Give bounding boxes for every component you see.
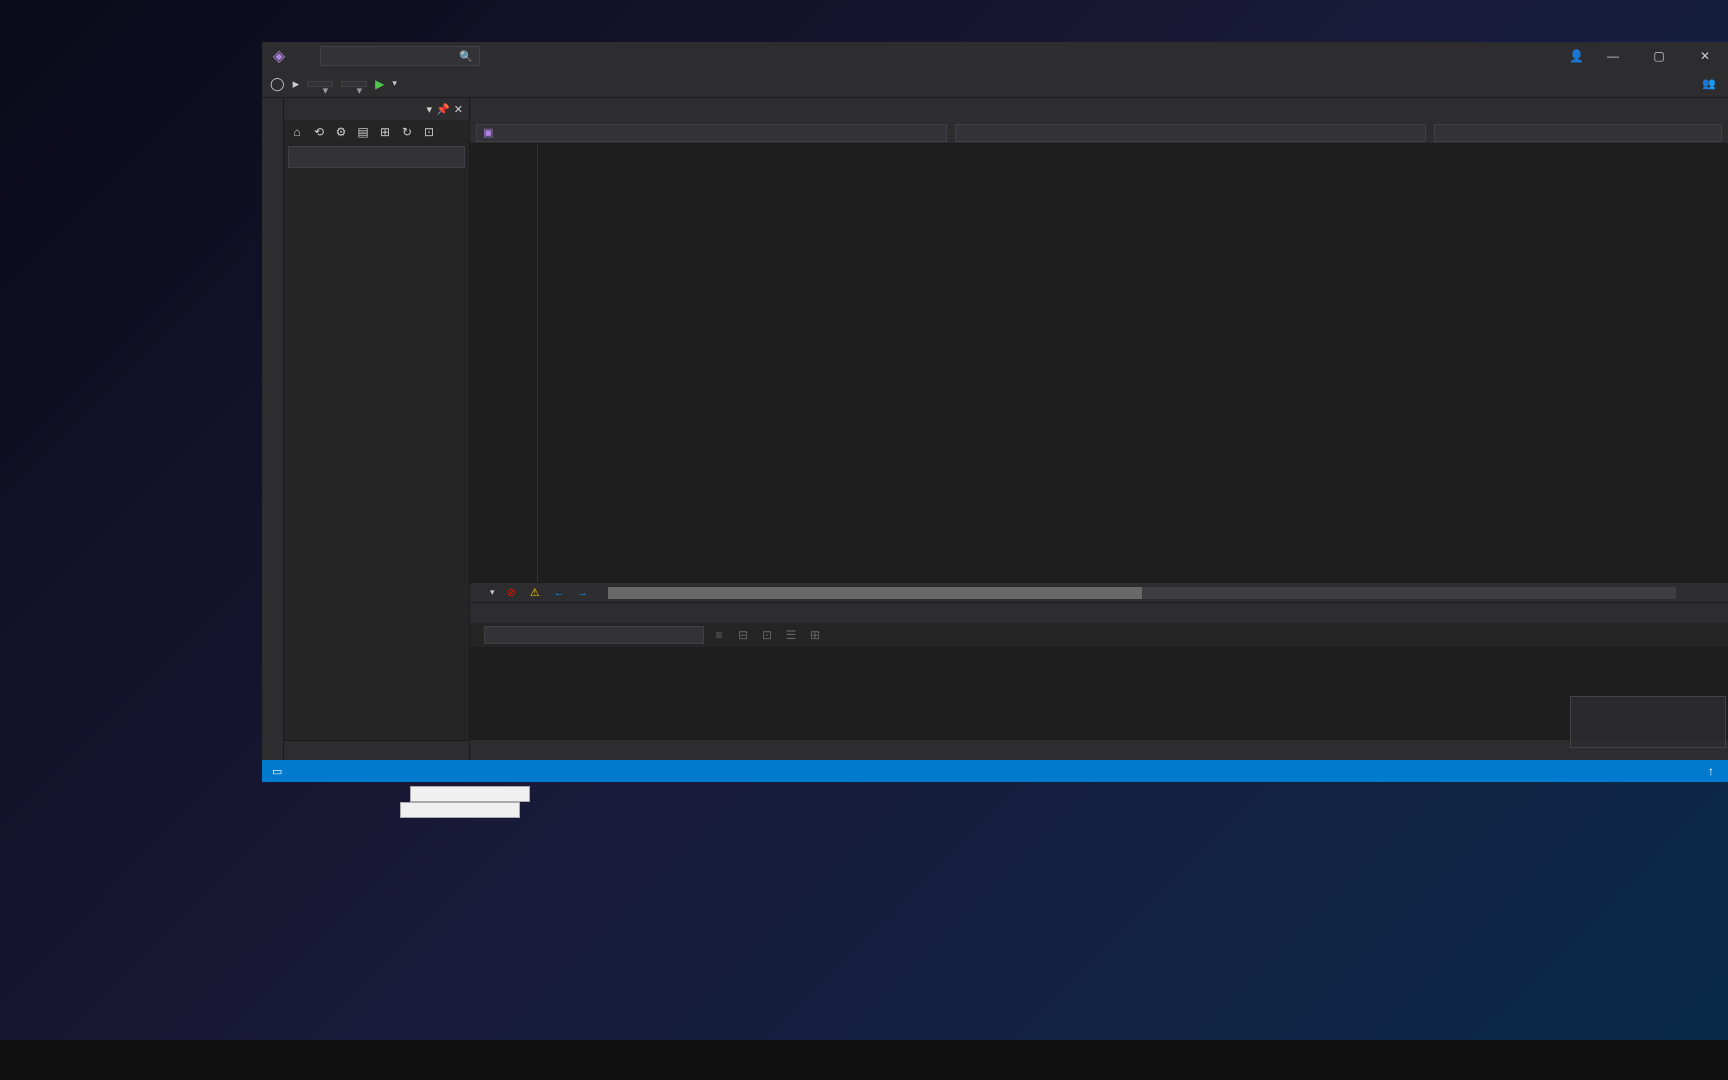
upload-icon[interactable]: ↑ <box>1708 764 1714 778</box>
solution-bottom-tabs <box>284 740 469 760</box>
editor-area: ▣ ▾ ⊘ ⚠ ← → <box>470 98 1728 760</box>
vs-statusbar: ▭ ↑ <box>262 760 1728 782</box>
warning-count[interactable]: ⚠ <box>530 586 542 599</box>
nav-fwd-icon[interactable]: ▸ <box>293 76 300 92</box>
tool-icon[interactable]: ⊞ <box>806 626 824 644</box>
maximize-button[interactable]: ▢ <box>1642 44 1676 68</box>
nav-right-dropdown[interactable] <box>1434 124 1722 142</box>
close-button[interactable]: ✕ <box>1688 44 1722 68</box>
backup-tip-popup[interactable] <box>1570 696 1726 748</box>
warning-icon: ⚠ <box>530 586 540 599</box>
visual-studio-window: ◈ 🔍 👤 — ▢ ✕ ◯ ▸ ▶ ▾ 👥 <box>262 42 1728 782</box>
vs-titlebar: ◈ 🔍 👤 — ▢ ✕ <box>262 42 1728 70</box>
tool-icon[interactable]: ☰ <box>782 626 800 644</box>
solution-search-input[interactable] <box>288 146 465 168</box>
nav-back-icon[interactable]: ◯ <box>270 76 285 92</box>
sync-icon[interactable]: ⟲ <box>310 123 328 141</box>
code-content[interactable] <box>538 144 1728 582</box>
output-header <box>470 603 1728 623</box>
nav-scope-dropdown[interactable]: ▣ <box>476 124 947 142</box>
output-source-dropdown[interactable] <box>484 626 704 644</box>
line-number-gutter <box>470 144 524 582</box>
desktop-icons-grid <box>0 0 291 8</box>
home-icon[interactable]: ⌂ <box>288 123 306 141</box>
context-menu-item[interactable] <box>410 786 530 802</box>
tool-icon[interactable]: ↻ <box>398 123 416 141</box>
minimize-button[interactable]: — <box>1596 44 1630 68</box>
play-icon: ▶ <box>375 77 384 91</box>
tool-icon[interactable]: ▤ <box>354 123 372 141</box>
dropdown-icon[interactable]: ▾ <box>427 103 433 116</box>
windows-taskbar <box>0 1040 1728 1080</box>
live-share-icon: 👥 <box>1702 77 1716 90</box>
solution-explorer-panel: ▾ 📌 ✕ ⌂ ⟲ ⚙ ▤ ⊞ ↻ ⊡ <box>284 98 470 760</box>
tool-icon[interactable]: ⊞ <box>376 123 394 141</box>
tool-icon[interactable]: ⚙ <box>332 123 350 141</box>
tool-icon[interactable]: ≡ <box>710 626 728 644</box>
search-icon: 🔍 <box>459 50 473 63</box>
platform-dropdown[interactable] <box>341 81 367 87</box>
solution-explorer-header: ▾ 📌 ✕ <box>284 98 469 120</box>
close-icon[interactable]: ✕ <box>454 103 463 116</box>
vs-quick-search[interactable]: 🔍 <box>320 46 480 66</box>
error-icon: ⊘ <box>507 586 516 599</box>
fold-column[interactable] <box>524 144 538 582</box>
pin-icon[interactable]: 📌 <box>436 103 450 116</box>
vs-toolbar: ◯ ▸ ▶ ▾ 👥 <box>262 70 1728 98</box>
nav-member-dropdown[interactable] <box>955 124 1426 142</box>
start-debugging-button[interactable]: ▶ ▾ <box>375 77 397 91</box>
configuration-dropdown[interactable] <box>307 81 333 87</box>
code-editor[interactable] <box>470 144 1728 582</box>
horizontal-scrollbar[interactable] <box>608 587 1676 599</box>
visual-studio-logo-icon: ◈ <box>268 45 290 67</box>
output-panel: ≡ ⊟ ⊡ ☰ ⊞ <box>470 602 1728 760</box>
editor-status-strip: ▾ ⊘ ⚠ ← → <box>470 582 1728 602</box>
solution-explorer-toolbar: ⌂ ⟲ ⚙ ▤ ⊞ ↻ ⊡ <box>284 120 469 144</box>
output-body[interactable] <box>470 647 1728 740</box>
vs-side-toolstrip <box>262 98 284 760</box>
navigation-bar: ▣ <box>470 122 1728 144</box>
live-share-button[interactable]: 👥 <box>1702 77 1720 90</box>
sign-in-link[interactable]: 👤 <box>1569 49 1584 63</box>
error-count[interactable]: ⊘ <box>507 586 518 599</box>
tool-icon[interactable]: ⊟ <box>734 626 752 644</box>
tool-icon[interactable]: ⊡ <box>758 626 776 644</box>
editor-tabbar <box>470 98 1728 122</box>
solution-tree <box>284 170 469 740</box>
nav-next-icon[interactable]: → <box>577 587 588 599</box>
output-toolbar: ≡ ⊟ ⊡ ☰ ⊞ <box>470 623 1728 647</box>
output-bottom-tabs <box>470 740 1728 760</box>
explorer-statusbar <box>400 802 520 818</box>
statusbar-ready-icon: ▭ <box>272 765 282 778</box>
tool-icon[interactable]: ⊡ <box>420 123 438 141</box>
project-icon: ▣ <box>483 126 493 139</box>
nav-prev-icon[interactable]: ← <box>554 587 565 599</box>
